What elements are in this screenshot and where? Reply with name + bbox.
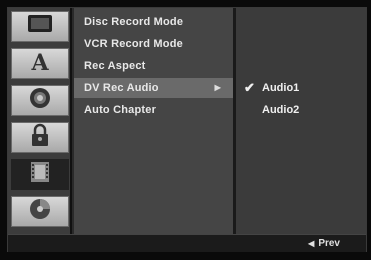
tab-audio[interactable] bbox=[11, 85, 69, 116]
settings-menu: Disc Record Mode VCR Record Mode Rec Asp… bbox=[74, 8, 236, 234]
language-a-icon: A bbox=[25, 48, 55, 79]
tab-disc[interactable] bbox=[11, 196, 69, 227]
chevron-right-icon: ▶ bbox=[214, 83, 221, 92]
menu-item-dv-rec-audio[interactable]: DV Rec Audio ▶ bbox=[74, 78, 233, 98]
menu-item-rec-aspect[interactable]: Rec Aspect bbox=[74, 56, 233, 76]
option-audio1[interactable]: ✔ Audio1 bbox=[236, 78, 366, 98]
prev-button[interactable]: ◀ Prev bbox=[308, 235, 340, 252]
film-icon bbox=[25, 159, 55, 190]
checkmark-icon: ✔ bbox=[244, 80, 255, 95]
triangle-left-icon: ◀ bbox=[308, 239, 315, 248]
setup-menu-screen: A Disc Record Mode VCR Record Mode Rec A… bbox=[7, 7, 367, 252]
options-panel: ✔ Audio1 Audio2 bbox=[236, 8, 366, 234]
tab-display[interactable] bbox=[11, 11, 69, 42]
tab-language[interactable]: A bbox=[11, 48, 69, 79]
option-audio2[interactable]: Audio2 bbox=[236, 100, 366, 120]
speaker-icon bbox=[25, 85, 55, 116]
svg-text:A: A bbox=[30, 50, 49, 74]
disc-icon bbox=[25, 196, 55, 227]
screen-icon bbox=[25, 11, 55, 42]
lock-icon bbox=[25, 122, 55, 153]
tab-recording[interactable] bbox=[11, 159, 69, 190]
category-sidebar: A bbox=[8, 8, 72, 234]
menu-item-auto-chapter[interactable]: Auto Chapter bbox=[74, 100, 233, 120]
menu-item-disc-record-mode[interactable]: Disc Record Mode bbox=[74, 12, 233, 32]
tab-lock[interactable] bbox=[11, 122, 69, 153]
footer-bar: ◀ Prev bbox=[8, 234, 366, 252]
menu-item-vcr-record-mode[interactable]: VCR Record Mode bbox=[74, 34, 233, 54]
